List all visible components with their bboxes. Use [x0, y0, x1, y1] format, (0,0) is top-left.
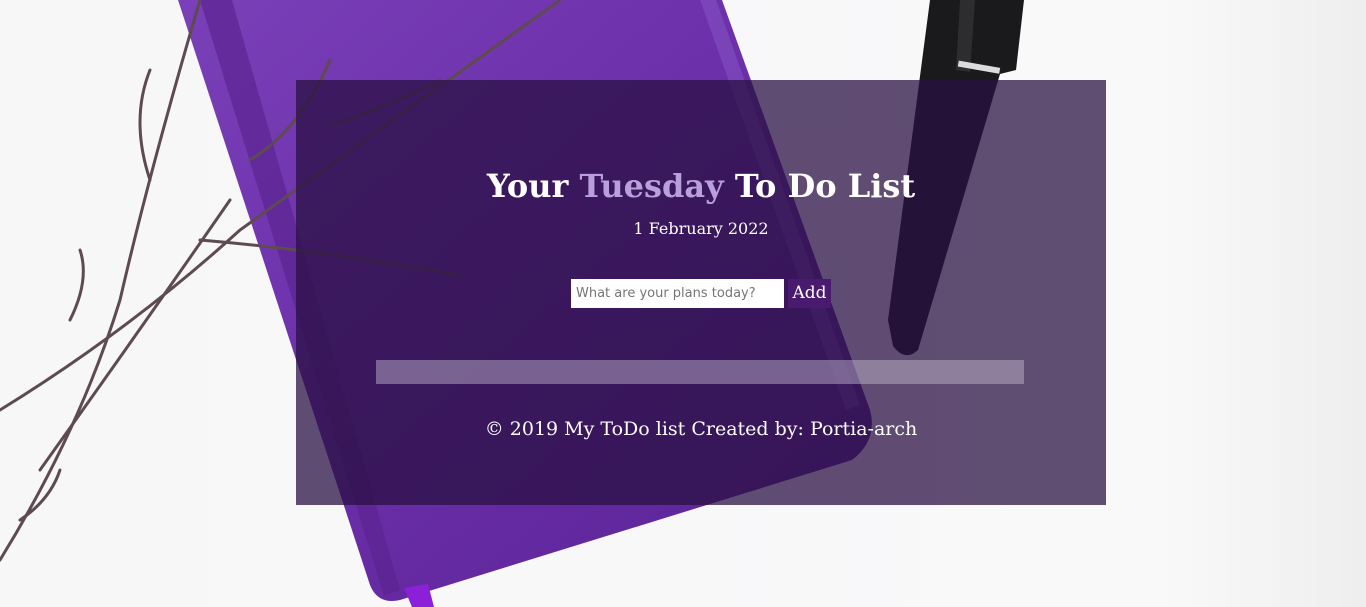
current-date: 1 February 2022: [633, 219, 769, 238]
task-list: [376, 360, 1024, 384]
title-prefix: Your: [486, 167, 569, 205]
title-day: Tuesday: [579, 167, 724, 205]
page-title: Your Tuesday To Do List: [296, 166, 1106, 206]
add-button[interactable]: Add: [788, 279, 831, 308]
todo-panel: Your Tuesday To Do List 1 February 2022 …: [296, 80, 1106, 505]
footer-credit: © 2019 My ToDo list Created by: Portia-a…: [484, 418, 918, 440]
task-input[interactable]: [571, 279, 784, 308]
title-suffix: To Do List: [734, 167, 916, 205]
